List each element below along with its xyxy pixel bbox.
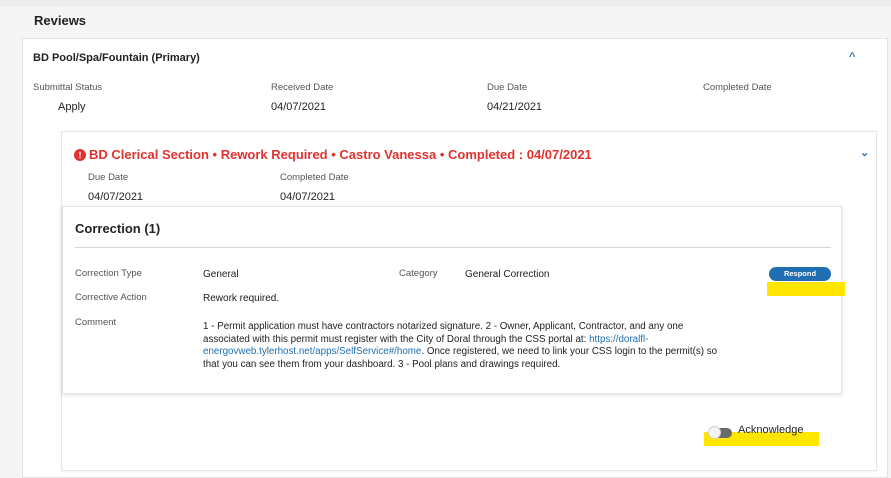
section-title-text: BD Clerical Section • Rework Required • … [89,147,592,162]
correction-type-label: Correction Type [75,268,142,279]
clerical-section-card: ! BD Clerical Section • Rework Required •… [61,131,877,471]
page-title: Reviews [34,13,87,28]
error-icon: ! [74,149,86,161]
respond-highlight [767,282,845,296]
correction-type-value: General [203,269,239,280]
completed-date-label: Completed Date [703,82,772,93]
acknowledge-label: Acknowledge [738,424,804,436]
top-strip [0,0,891,6]
submittal-status-value: Apply [58,101,86,113]
due-date-value: 04/21/2021 [487,101,543,113]
submittal-status-label: Submittal Status [33,82,103,93]
comment-label: Comment [75,317,117,328]
comment-text: 1 - Permit application must have contrac… [203,321,723,371]
section-title[interactable]: ! BD Clerical Section • Rework Required •… [74,147,592,162]
correction-title: Correction (1) [75,221,161,236]
section-due-date-label: Due Date [88,172,129,183]
chevron-up-icon[interactable]: ^ [849,51,855,63]
received-date-value: 04/07/2021 [271,101,327,113]
section-due-date-value: 04/07/2021 [88,191,144,203]
review-card: BD Pool/Spa/Fountain (Primary) ^ Submitt… [22,38,888,478]
section-completed-date-value: 04/07/2021 [280,191,336,203]
acknowledge-toggle[interactable] [708,426,732,439]
review-name: BD Pool/Spa/Fountain (Primary) [33,52,200,64]
chevron-down-icon[interactable]: ⌄ [860,146,869,159]
acknowledge-control: Acknowledge [704,422,864,452]
corrective-action-label: Corrective Action [75,292,147,303]
category-label: Category [399,268,438,279]
received-date-label: Received Date [271,82,334,93]
correction-card: Correction (1) Correction Type General C… [62,206,845,394]
due-date-label: Due Date [487,82,528,93]
toggle-knob [708,426,721,439]
section-completed-date-label: Completed Date [280,172,349,183]
corrective-action-value: Rework required. [203,293,280,304]
category-value: General Correction [465,269,550,280]
respond-button[interactable]: Respond [769,267,831,281]
correction-divider [75,247,831,248]
